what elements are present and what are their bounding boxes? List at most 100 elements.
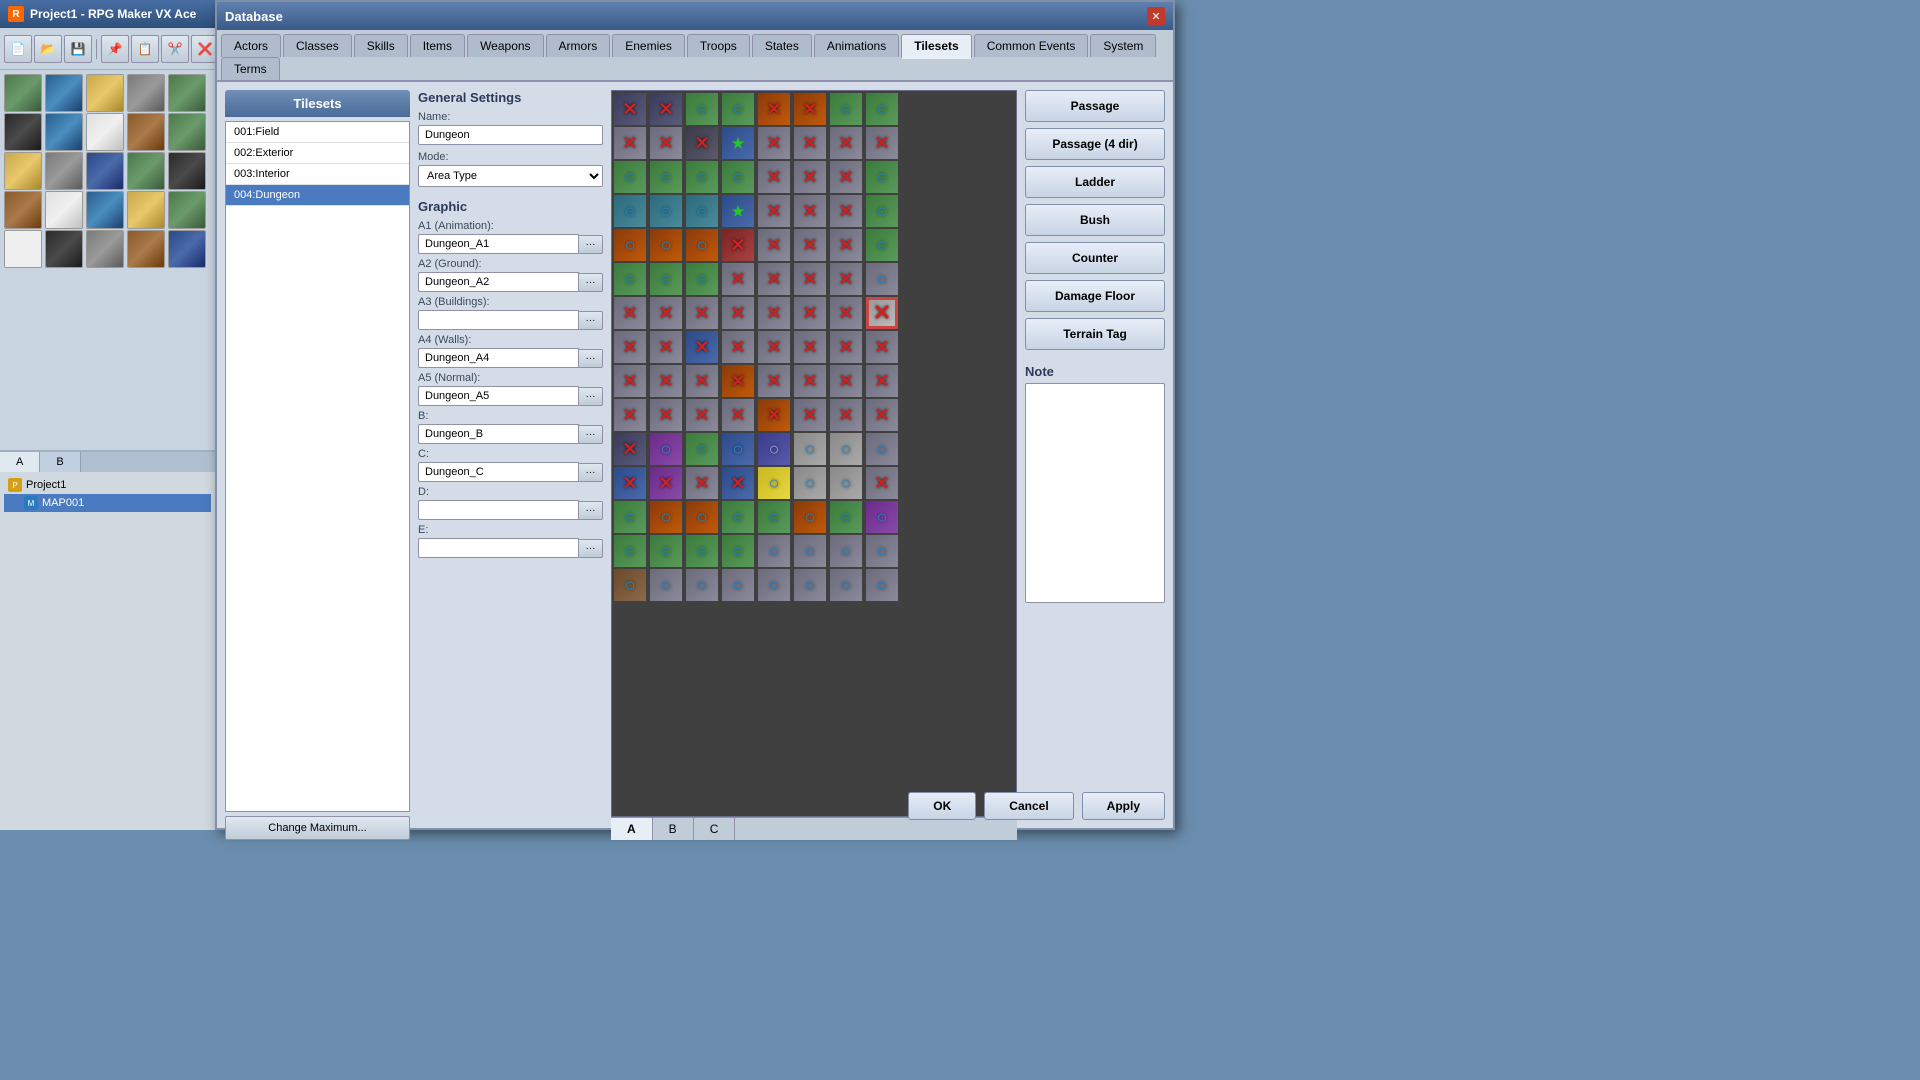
passage-4dir-button[interactable]: Passage (4 dir) — [1025, 128, 1165, 160]
tile-8-6[interactable]: ✕ — [830, 365, 862, 397]
tile-0-7[interactable]: ○ — [866, 93, 898, 125]
open-button[interactable]: 📂 — [34, 35, 62, 63]
change-maximum-button[interactable]: Change Maximum... — [225, 816, 410, 840]
database-close-button[interactable]: ✕ — [1147, 7, 1165, 25]
tile-6-7[interactable]: ✕ — [866, 297, 898, 329]
tile-0-0[interactable]: ✕ — [614, 93, 646, 125]
tile-5-4[interactable]: ✕ — [758, 263, 790, 295]
tile-6-6[interactable]: ✕ — [830, 297, 862, 329]
tile-10-4[interactable]: ○ — [758, 433, 790, 465]
thumb-4[interactable] — [127, 74, 165, 112]
thumb-18[interactable] — [86, 191, 124, 229]
note-textarea[interactable] — [1025, 383, 1165, 603]
tile-11-3[interactable]: ✕ — [722, 467, 754, 499]
tile-8-1[interactable]: ✕ — [650, 365, 682, 397]
tab-states[interactable]: States — [752, 34, 812, 57]
tile-11-0[interactable]: ✕ — [614, 467, 646, 499]
thumb-20[interactable] — [168, 191, 206, 229]
tab-system[interactable]: System — [1090, 34, 1156, 57]
tile-12-0[interactable]: ○ — [614, 501, 646, 533]
tile-13-4[interactable]: ○ — [758, 535, 790, 567]
ladder-button[interactable]: Ladder — [1025, 166, 1165, 198]
tile-3-0[interactable]: ○ — [614, 195, 646, 227]
pin-button[interactable]: 📌 — [101, 35, 129, 63]
tile-4-3[interactable]: ✕ — [722, 229, 754, 261]
tile-8-7[interactable]: ✕ — [866, 365, 898, 397]
tile-0-6[interactable]: ○ — [830, 93, 862, 125]
tab-actors[interactable]: Actors — [221, 34, 281, 57]
thumb-9[interactable] — [127, 113, 165, 151]
tile-5-2[interactable]: ○ — [686, 263, 718, 295]
tile-12-4[interactable]: ○ — [758, 501, 790, 533]
b-browse-button[interactable]: ··· — [579, 425, 603, 444]
abc-tab-a[interactable]: A — [611, 818, 653, 840]
new-button[interactable]: 📄 — [4, 35, 32, 63]
tile-5-6[interactable]: ✕ — [830, 263, 862, 295]
tile-9-7[interactable]: ✕ — [866, 399, 898, 431]
tile-7-4[interactable]: ✕ — [758, 331, 790, 363]
tile-12-5[interactable]: ○ — [794, 501, 826, 533]
thumb-25[interactable] — [168, 230, 206, 268]
thumb-2[interactable] — [45, 74, 83, 112]
tile-11-5[interactable]: ○ — [794, 467, 826, 499]
tile-6-4[interactable]: ✕ — [758, 297, 790, 329]
tile-4-4[interactable]: ✕ — [758, 229, 790, 261]
tileset-item-003[interactable]: 003:Interior — [226, 164, 409, 185]
tile-5-0[interactable]: ○ — [614, 263, 646, 295]
tile-1-4[interactable]: ✕ — [758, 127, 790, 159]
tile-14-7[interactable]: ○ — [866, 569, 898, 601]
tab-items[interactable]: Items — [410, 34, 465, 57]
tile-14-2[interactable]: ○ — [686, 569, 718, 601]
tile-7-6[interactable]: ✕ — [830, 331, 862, 363]
tile-14-4[interactable]: ○ — [758, 569, 790, 601]
tile-14-6[interactable]: ○ — [830, 569, 862, 601]
tile-13-5[interactable]: ○ — [794, 535, 826, 567]
thumb-15[interactable] — [168, 152, 206, 190]
tile-5-3[interactable]: ✕ — [722, 263, 754, 295]
tile-1-0[interactable]: ✕ — [614, 127, 646, 159]
a2-input[interactable] — [418, 272, 579, 292]
copy-button[interactable]: 📋 — [131, 35, 159, 63]
tile-1-1[interactable]: ✕ — [650, 127, 682, 159]
tile-7-1[interactable]: ✕ — [650, 331, 682, 363]
thumb-19[interactable] — [127, 191, 165, 229]
e-browse-button[interactable]: ··· — [579, 539, 603, 558]
tileset-item-001[interactable]: 001:Field — [226, 122, 409, 143]
tile-10-3[interactable]: ○ — [722, 433, 754, 465]
a3-browse-button[interactable]: ··· — [579, 311, 603, 330]
tile-2-0[interactable]: ○ — [614, 161, 646, 193]
thumb-17[interactable] — [45, 191, 83, 229]
tile-10-1[interactable]: ○ — [650, 433, 682, 465]
tile-11-1[interactable]: ✕ — [650, 467, 682, 499]
tile-3-2[interactable]: ○ — [686, 195, 718, 227]
a5-input[interactable] — [418, 386, 579, 406]
tile-3-5[interactable]: ✕ — [794, 195, 826, 227]
tile-1-5[interactable]: ✕ — [794, 127, 826, 159]
tab-classes[interactable]: Classes — [283, 34, 352, 57]
tile-8-3[interactable]: ✕ — [722, 365, 754, 397]
tile-3-1[interactable]: ○ — [650, 195, 682, 227]
abc-tab-b[interactable]: B — [653, 818, 694, 840]
tile-6-5[interactable]: ✕ — [794, 297, 826, 329]
abc-tab-c[interactable]: C — [694, 818, 736, 840]
apply-button[interactable]: Apply — [1082, 792, 1165, 820]
tile-2-2[interactable]: ○ — [686, 161, 718, 193]
tile-13-6[interactable]: ○ — [830, 535, 862, 567]
tile-1-6[interactable]: ✕ — [830, 127, 862, 159]
tile-2-5[interactable]: ✕ — [794, 161, 826, 193]
tile-6-3[interactable]: ✕ — [722, 297, 754, 329]
tile-7-3[interactable]: ✕ — [722, 331, 754, 363]
tab-enemies[interactable]: Enemies — [612, 34, 685, 57]
tile-7-2[interactable]: ✕ — [686, 331, 718, 363]
thumb-13[interactable] — [86, 152, 124, 190]
tile-8-4[interactable]: ✕ — [758, 365, 790, 397]
tile-4-2[interactable]: ○ — [686, 229, 718, 261]
tile-10-2[interactable]: ○ — [686, 433, 718, 465]
tile-14-3[interactable]: ○ — [722, 569, 754, 601]
tile-0-5[interactable]: ✕ — [794, 93, 826, 125]
counter-button[interactable]: Counter — [1025, 242, 1165, 274]
tab-b[interactable]: B — [40, 452, 80, 472]
tile-9-4[interactable]: ✕ — [758, 399, 790, 431]
tile-0-1[interactable]: ✕ — [650, 93, 682, 125]
thumb-22[interactable] — [45, 230, 83, 268]
